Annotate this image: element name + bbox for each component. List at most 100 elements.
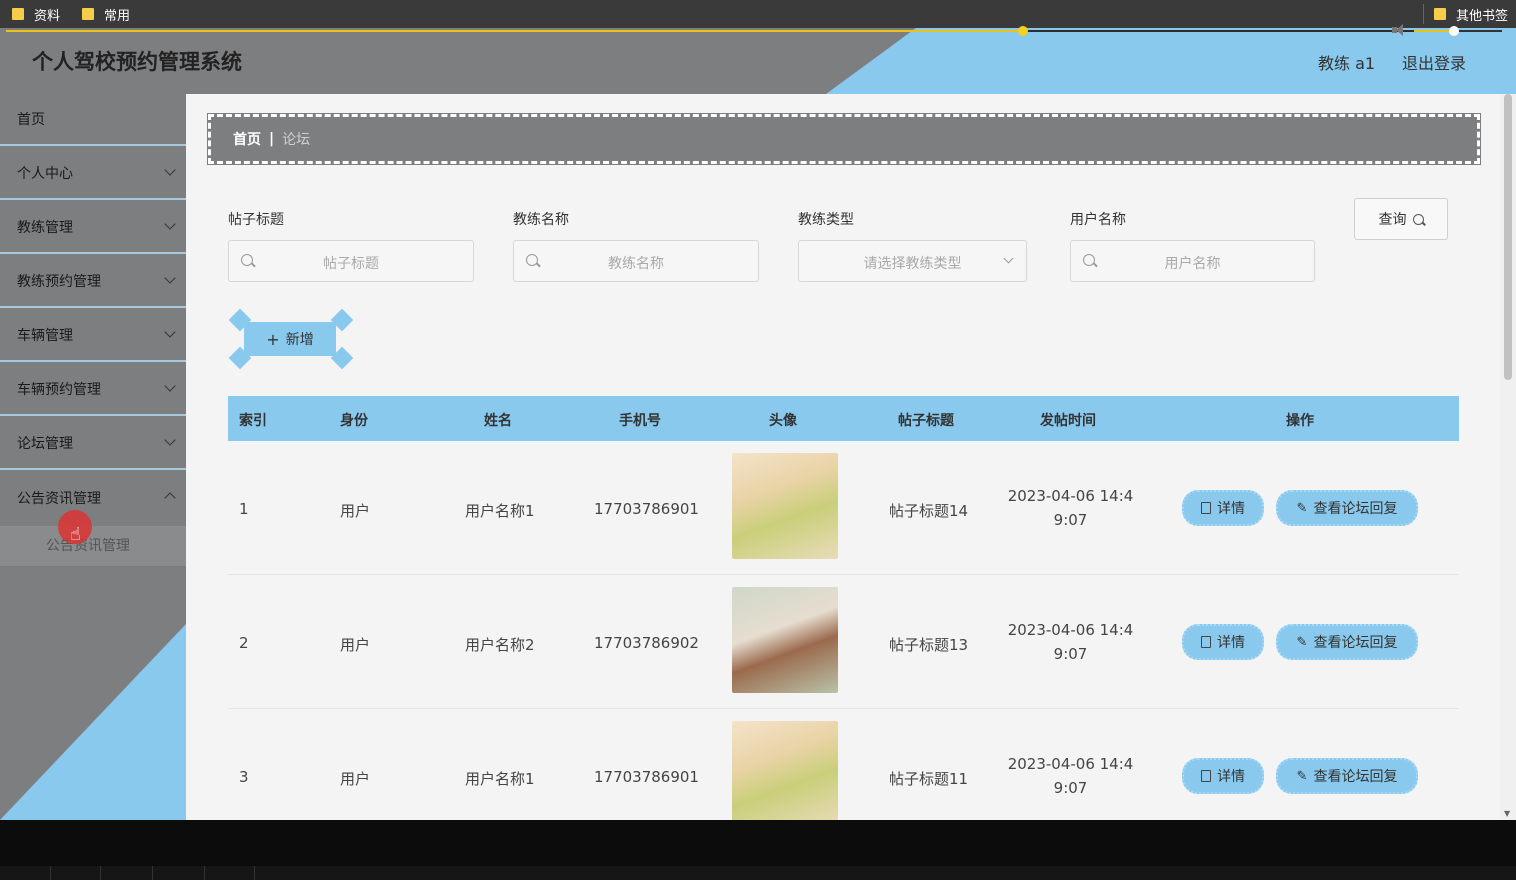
- progress-fill: [6, 30, 1023, 32]
- post-time-line: 2023-04-06 14:4: [1007, 621, 1134, 639]
- sidebar-item-label: 首页: [17, 112, 45, 128]
- coach-name-input[interactable]: 教练名称: [513, 240, 759, 282]
- view-replies-button[interactable]: ✎ 查看论坛回复: [1276, 758, 1418, 794]
- control-divider: [254, 866, 255, 880]
- volume-fill: [1414, 30, 1454, 32]
- cell-role: 用户: [340, 502, 371, 520]
- progress-knob[interactable]: [1018, 26, 1028, 36]
- bookmark-label: 常用: [104, 8, 131, 24]
- folder-icon: [12, 8, 24, 20]
- cell-index: 2: [239, 634, 249, 652]
- folder-icon: [1433, 8, 1446, 20]
- document-icon: [1201, 770, 1211, 782]
- sidebar-item-coach-booking[interactable]: 教练预约管理: [0, 256, 186, 308]
- hand-cursor-icon: ☝: [70, 524, 81, 545]
- sidebar-subitem-announcement[interactable]: 公告资讯管理: [0, 526, 186, 566]
- sidebar-item-announcement-management[interactable]: 公告资讯管理: [0, 472, 186, 524]
- sidebar-item-forum-management[interactable]: 论坛管理: [0, 418, 186, 470]
- sidebar-item-label: 教练管理: [17, 220, 73, 236]
- table-row: 2 用户 用户名称2 17703786902 帖子标题13 2023-04-06…: [228, 575, 1459, 709]
- player-controls-strip: [0, 866, 1516, 880]
- chevron-down-icon: [164, 218, 176, 230]
- column-header: 索引: [239, 413, 267, 429]
- cell-name: 用户名称1: [465, 770, 535, 788]
- current-user: 教练 a1: [1318, 54, 1376, 73]
- detail-button[interactable]: 详情: [1182, 758, 1264, 794]
- query-button[interactable]: 查询: [1354, 198, 1448, 240]
- coach-type-select[interactable]: 请选择教练类型: [798, 240, 1027, 282]
- cell-phone: 17703786901: [594, 500, 699, 518]
- sidebar-item-label: 论坛管理: [17, 436, 73, 452]
- cell-phone: 17703786901: [594, 768, 699, 786]
- sidebar-item-label: 车辆预约管理: [17, 382, 101, 398]
- add-button-label: 新增: [285, 332, 314, 348]
- view-replies-button[interactable]: ✎ 查看论坛回复: [1276, 624, 1418, 660]
- app-header: 个人驾校预约管理系统 教练 a1 退出登录: [0, 28, 1516, 94]
- sidebar-decoration: [0, 624, 186, 820]
- sidebar-item-label: 公告资讯管理: [17, 491, 101, 507]
- input-placeholder: 用户名称: [1164, 256, 1221, 272]
- cell-phone: 17703786902: [594, 634, 699, 652]
- edit-icon: ✎: [1296, 634, 1308, 650]
- sidebar-item-personal-center[interactable]: 个人中心: [0, 148, 186, 200]
- coach-type-label: 教练类型: [798, 212, 854, 228]
- cell-post-title: 帖子标题11: [889, 770, 969, 788]
- scroll-thumb[interactable]: [1504, 94, 1512, 380]
- cell-name: 用户名称2: [465, 636, 535, 654]
- post-time-line: 2023-04-06 14:4: [1007, 487, 1134, 505]
- add-button[interactable]: + 新增: [244, 322, 336, 356]
- avatar: [732, 453, 838, 559]
- page-scrollbar[interactable]: ▼: [1500, 94, 1516, 820]
- table-row: 1 用户 用户名称1 17703786901 帖子标题14 2023-04-06…: [228, 441, 1459, 575]
- view-replies-button[interactable]: ✎ 查看论坛回复: [1276, 490, 1418, 526]
- sidebar-item-home[interactable]: 首页: [0, 94, 186, 146]
- sidebar-item-vehicle-management[interactable]: 车辆管理: [0, 310, 186, 362]
- input-placeholder: 教练名称: [608, 256, 664, 272]
- detail-button[interactable]: 详情: [1182, 624, 1264, 660]
- chevron-down-icon: [164, 380, 176, 392]
- select-placeholder: 请选择教练类型: [863, 256, 962, 272]
- edit-icon: ✎: [1296, 500, 1308, 516]
- breadcrumb-separator: |: [269, 131, 275, 147]
- user-name-input[interactable]: 用户名称: [1070, 240, 1315, 282]
- view-replies-label: 查看论坛回复: [1313, 635, 1398, 651]
- folder-icon: [82, 8, 95, 20]
- bookmarks-bar: 资料 常用 其他书签: [0, 0, 1516, 28]
- input-placeholder: 帖子标题: [323, 256, 379, 272]
- view-replies-label: 查看论坛回复: [1313, 769, 1398, 785]
- volume-knob[interactable]: [1449, 26, 1459, 36]
- sidebar: 首页 个人中心 教练管理 教练预约管理 车辆管理 车辆预约管理 论坛管理 公告资…: [0, 94, 186, 820]
- other-bookmarks[interactable]: 其他书签: [1433, 0, 1508, 28]
- query-button-label: 查询: [1378, 212, 1407, 228]
- bookmark-folder[interactable]: 资料: [12, 0, 60, 28]
- chevron-down-icon: [164, 272, 176, 284]
- scroll-down-icon[interactable]: ▼: [1504, 809, 1510, 818]
- cell-post-time: 2023-04-06 14:4 9:07: [998, 484, 1143, 532]
- detail-button-label: 详情: [1217, 769, 1245, 785]
- sidebar-item-label: 个人中心: [17, 166, 73, 182]
- column-header: 头像: [769, 413, 797, 429]
- cell-name: 用户名称1: [465, 502, 535, 520]
- sidebar-item-coach-management[interactable]: 教练管理: [0, 202, 186, 254]
- header-decoration: [826, 28, 916, 94]
- detail-button[interactable]: 详情: [1182, 490, 1264, 526]
- cell-post-time: 2023-04-06 14:4 9:07: [998, 752, 1143, 800]
- detail-button-label: 详情: [1217, 635, 1245, 651]
- cell-post-time: 2023-04-06 14:4 9:07: [998, 618, 1143, 666]
- breadcrumb: 首页 | 论坛: [207, 113, 1481, 165]
- document-icon: [1201, 636, 1211, 648]
- avatar: [732, 587, 838, 693]
- post-time-line: 2023-04-06 14:4: [1007, 755, 1134, 773]
- logout-link[interactable]: 退出登录: [1402, 50, 1466, 74]
- app-title: 个人驾校预约管理系统: [32, 50, 242, 74]
- document-icon: [1201, 502, 1211, 514]
- post-title-input[interactable]: 帖子标题: [228, 240, 474, 282]
- bookmark-folder[interactable]: 常用: [82, 0, 130, 28]
- chevron-down-icon: [164, 164, 176, 176]
- cell-post-title: 帖子标题13: [889, 636, 969, 654]
- user-name-label: 用户名称: [1070, 212, 1126, 228]
- sidebar-item-vehicle-booking[interactable]: 车辆预约管理: [0, 364, 186, 416]
- cell-post-title: 帖子标题14: [889, 502, 969, 520]
- breadcrumb-home[interactable]: 首页: [233, 129, 261, 149]
- volume-icon[interactable]: [1392, 24, 1408, 36]
